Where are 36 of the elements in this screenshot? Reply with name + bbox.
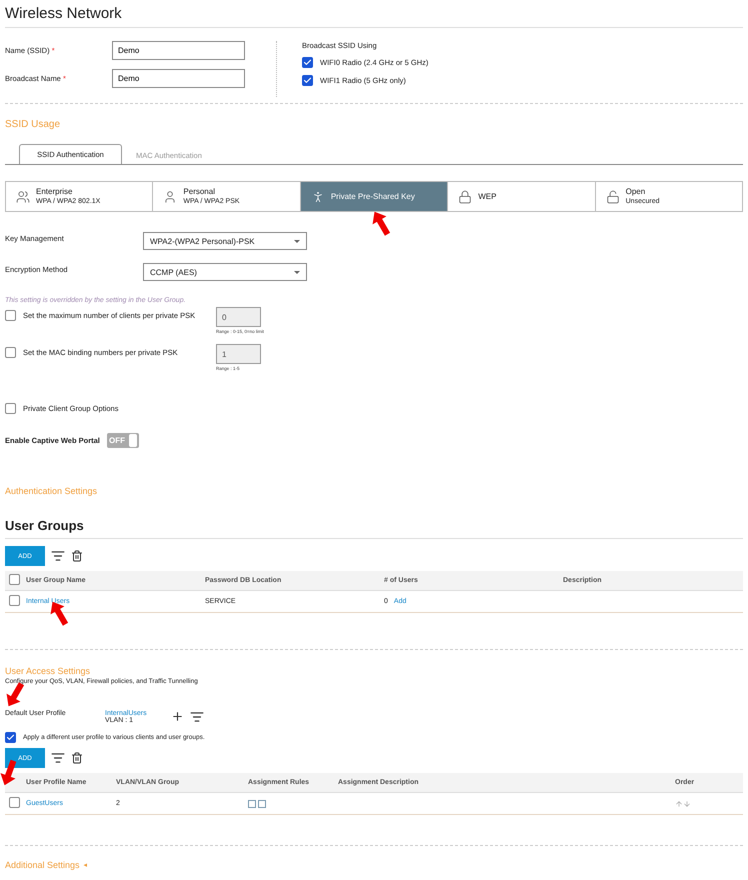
- number-field[interactable]: 1: [216, 344, 261, 364]
- checkbox[interactable]: [302, 75, 313, 86]
- select-field[interactable]: WPA2-(WPA2 Personal)-PSK: [143, 232, 307, 250]
- section-heading: User Access Settings: [5, 666, 92, 676]
- section-heading: Authentication Settings: [5, 486, 98, 496]
- lock-icon: [458, 190, 472, 204]
- section-heading: SSID Usage: [5, 119, 62, 130]
- page-title: Wireless Network: [5, 0, 743, 28]
- checkbox[interactable]: [5, 310, 16, 321]
- person-icon: [163, 190, 178, 204]
- select-field[interactable]: CCMP (AES): [143, 263, 307, 281]
- trash-icon[interactable]: [71, 550, 83, 562]
- checkbox[interactable]: [5, 347, 16, 358]
- trash-icon[interactable]: [71, 752, 83, 764]
- list-icon[interactable]: [51, 549, 65, 563]
- plus-icon[interactable]: [171, 710, 184, 723]
- section-heading: User Groups: [5, 518, 743, 539]
- auth-option[interactable]: Private Pre-Shared Key: [300, 182, 448, 211]
- checkbox[interactable]: [5, 732, 16, 743]
- list-icon[interactable]: [190, 710, 204, 724]
- caret-icon: [294, 270, 300, 276]
- list-icon[interactable]: [51, 751, 65, 765]
- checkbox[interactable]: [9, 797, 20, 808]
- number-field[interactable]: 0: [216, 307, 261, 327]
- checkbox[interactable]: [302, 57, 313, 68]
- unlocked-icon: [606, 190, 620, 204]
- caret-icon: [294, 240, 300, 246]
- checkbox[interactable]: [9, 574, 20, 585]
- checkbox[interactable]: [9, 595, 20, 606]
- text-field[interactable]: Demo: [112, 69, 245, 88]
- section-heading: Additional Settings: [5, 860, 80, 870]
- people-icon: [16, 190, 30, 204]
- text-field[interactable]: Demo: [112, 41, 245, 60]
- up-arrow-icon[interactable]: [675, 800, 683, 808]
- down-arrow-icon[interactable]: [683, 800, 691, 808]
- checkbox[interactable]: [5, 403, 16, 414]
